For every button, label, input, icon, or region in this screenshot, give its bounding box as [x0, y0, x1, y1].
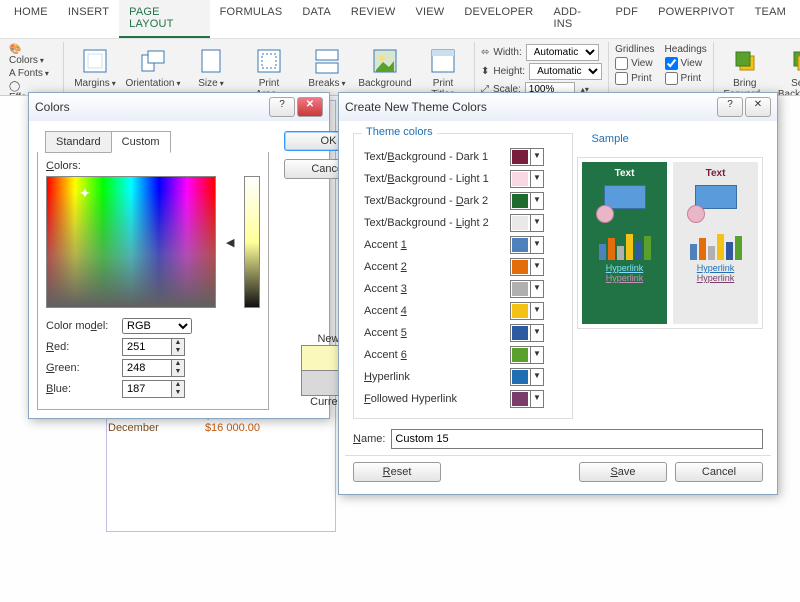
hl-picker[interactable]: ▼	[510, 368, 544, 386]
close-button[interactable]: ✕	[745, 97, 771, 117]
cell-value[interactable]: $16 000.00	[180, 422, 260, 434]
tab-pdf[interactable]: PDF	[605, 0, 648, 38]
colors-label: CColors:olors:	[46, 160, 260, 172]
colors-menu[interactable]: 🎨 Colors▾	[9, 44, 57, 66]
margins-button[interactable]: Margins▾	[70, 44, 120, 89]
height-select[interactable]: Automatic	[529, 63, 602, 80]
a4-picker[interactable]: ▼	[510, 302, 544, 320]
save-button[interactable]: Save	[579, 462, 667, 482]
send-backward-icon	[788, 46, 800, 76]
width-select[interactable]: Automatic	[526, 44, 599, 61]
luminance-pointer: ◀	[226, 236, 234, 249]
headings-print[interactable]: Print	[665, 72, 707, 85]
red-spinner[interactable]: ▲▼	[172, 338, 185, 356]
tab-addins[interactable]: ADD-INS	[543, 0, 605, 38]
tl2-picker[interactable]: ▼	[510, 214, 544, 232]
blue-spinner[interactable]: ▲▼	[172, 380, 185, 398]
tab-team[interactable]: Team	[745, 0, 796, 38]
help-button[interactable]: ?	[717, 97, 743, 117]
send-backward-button[interactable]: Send Backward▾	[778, 44, 800, 100]
gridlines-label: Gridlines	[615, 44, 654, 55]
a2-picker[interactable]: ▼	[510, 258, 544, 276]
bring-forward-icon	[730, 46, 760, 76]
tab-custom[interactable]: Custom	[111, 131, 171, 153]
green-input[interactable]	[122, 359, 172, 377]
td1-picker[interactable]: ▼	[510, 148, 544, 166]
tab-home[interactable]: HOME	[4, 0, 58, 38]
background-button[interactable]: Background	[360, 44, 410, 89]
tab-page-layout[interactable]: PAGE LAYOUT	[119, 0, 209, 38]
size-icon	[196, 46, 226, 76]
blue-input[interactable]	[122, 380, 172, 398]
height-icon: ⬍	[481, 66, 489, 77]
headings-label: Headings	[665, 44, 707, 55]
tab-view[interactable]: VIEW	[405, 0, 454, 38]
cancel-button[interactable]: Cancel	[675, 462, 763, 482]
breaks-icon	[312, 46, 342, 76]
colors-dialog: Colors ? ✕ Standard Custom CColors:olors…	[28, 92, 330, 419]
red-input[interactable]	[122, 338, 172, 356]
headings-view[interactable]: View	[665, 57, 707, 70]
tab-standard[interactable]: Standard	[45, 131, 112, 153]
preview-dark: Text Hyperlink Hyperlink	[582, 162, 667, 324]
preview-light: Text Hyperlink Hyperlink	[673, 162, 758, 324]
orientation-icon	[138, 46, 168, 76]
preview-panel: Text Hyperlink Hyperlink Text Hyperlink …	[577, 157, 763, 329]
color-spectrum[interactable]: ✦	[46, 176, 216, 308]
breaks-button[interactable]: Breaks▾	[302, 44, 352, 89]
tab-powerpivot[interactable]: POWERPIVOT	[648, 0, 745, 38]
cell-month[interactable]: December	[108, 422, 180, 434]
tab-data[interactable]: DATA	[292, 0, 341, 38]
background-icon	[370, 46, 400, 76]
width-icon: ⬄	[481, 47, 489, 58]
print-area-icon	[254, 46, 284, 76]
tab-insert[interactable]: INSERT	[58, 0, 119, 38]
tl1-picker[interactable]: ▼	[510, 170, 544, 188]
a3-picker[interactable]: ▼	[510, 280, 544, 298]
size-button[interactable]: Size▾	[186, 44, 236, 89]
tab-review[interactable]: REVIEW	[341, 0, 406, 38]
reset-button[interactable]: Reset	[353, 462, 441, 482]
td2-picker[interactable]: ▼	[510, 192, 544, 210]
orientation-button[interactable]: Orientation▾	[128, 44, 178, 89]
close-button[interactable]: ✕	[297, 97, 323, 117]
theme-colors-dialog: Create New Theme Colors ? ✕ Theme colors…	[338, 92, 778, 495]
margins-icon	[80, 46, 110, 76]
green-spinner[interactable]: ▲▼	[172, 359, 185, 377]
sample-legend: Sample	[591, 133, 628, 145]
theme-name-input[interactable]	[391, 429, 763, 449]
a6-picker[interactable]: ▼	[510, 346, 544, 364]
new-label: New	[317, 333, 339, 345]
tab-developer[interactable]: DEVELOPER	[454, 0, 543, 38]
color-model-select[interactable]: RGB	[122, 318, 192, 334]
fhl-picker[interactable]: ▼	[510, 390, 544, 408]
dialog-title: Colors	[35, 100, 70, 114]
model-label: Color model:	[46, 320, 116, 332]
a1-picker[interactable]: ▼	[510, 236, 544, 254]
gridlines-view[interactable]: View	[615, 57, 654, 70]
fonts-menu[interactable]: A Fonts▾	[9, 68, 57, 79]
ribbon-tabs: HOME INSERT PAGE LAYOUT FORMULAS DATA RE…	[0, 0, 800, 39]
print-titles-icon	[428, 46, 458, 76]
theme-colors-legend: Theme colors	[362, 126, 437, 138]
a5-picker[interactable]: ▼	[510, 324, 544, 342]
luminance-bar[interactable]	[244, 176, 260, 308]
help-button[interactable]: ?	[269, 97, 295, 117]
gridlines-print[interactable]: Print	[615, 72, 654, 85]
dialog-title: Create New Theme Colors	[345, 100, 487, 114]
tab-formulas[interactable]: FORMULAS	[210, 0, 293, 38]
